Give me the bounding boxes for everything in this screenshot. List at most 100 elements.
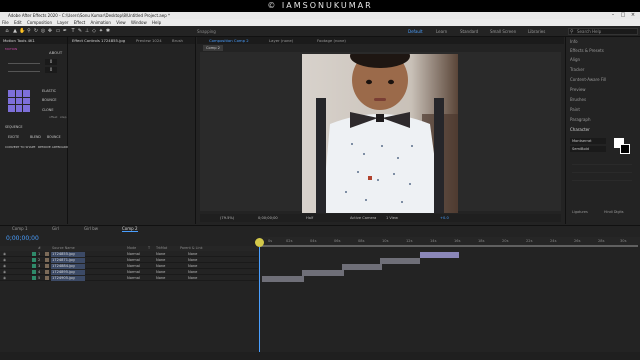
panel-info[interactable]: Info [570,39,578,45]
minimize-icon[interactable]: – [608,12,618,19]
pen-tool-icon[interactable]: ✒ [62,28,68,34]
menu-layer[interactable]: Layer [57,20,68,25]
work-area-bar[interactable] [260,245,638,247]
type-tool-icon[interactable]: T [70,28,76,34]
camera-tool-icon[interactable]: ◎ [40,28,46,34]
panel-paint[interactable]: Paint [570,107,580,113]
layer-mode[interactable]: Normal [127,275,140,281]
timeline-tab-girl-bw[interactable]: Girl bw [84,225,98,232]
layer-name[interactable]: 1724855.jpg [51,251,85,257]
hindi-digits-checkbox[interactable]: Hindi Digits [604,210,624,214]
menu-file[interactable]: File [2,20,9,25]
layer-name[interactable]: 1724884.jpg [51,263,85,269]
panel-tracker[interactable]: Tracker [570,67,584,73]
timeline-timecode[interactable]: 0;00;00;00 [6,235,39,242]
tab-footage[interactable]: Footage (none) [317,37,346,44]
tab-composition[interactable]: Composition Comp 2 [209,37,249,44]
sequence-button[interactable]: SEQUENCE [5,125,23,129]
panel-paragraph[interactable]: Paragraph [570,117,591,123]
layer-bar[interactable] [420,252,459,258]
brush-tool-icon[interactable]: ✎ [77,28,83,34]
stepper-value-2[interactable]: 0 [45,67,57,73]
playhead-handle[interactable] [255,238,264,247]
ligatures-checkbox[interactable]: Ligatures [572,210,588,214]
anchor-grid-buttons[interactable] [8,90,30,112]
menu-animation[interactable]: Animation [91,20,111,25]
about-button[interactable]: ABOUT [49,50,62,55]
layer-trkmat[interactable]: None [156,275,165,281]
home-icon[interactable]: ⌂ [4,28,10,34]
panel-content-aware-fill[interactable]: Content-Aware Fill [570,77,606,83]
puppet-tool-icon[interactable]: ✱ [105,28,111,34]
workspace-standard[interactable]: Standard [460,28,478,35]
workspace-libraries[interactable]: Libraries [528,28,545,35]
menu-window[interactable]: Window [131,20,147,25]
label-color[interactable] [32,258,36,262]
zoom-tool-icon[interactable]: ⚲ [26,28,32,34]
menu-help[interactable]: Help [152,20,161,25]
font-family-dropdown[interactable]: Montserrat [570,138,606,144]
layer-name[interactable]: 1724905.jpg [51,275,85,281]
workspace-small-screen[interactable]: Small Screen [490,28,516,35]
bounce-null-button[interactable]: BOUNCE [47,135,61,139]
panel-brushes[interactable]: Brushes [570,97,586,103]
slider-1[interactable] [8,60,40,64]
workspace-learn[interactable]: Learn [436,28,447,35]
elastic-button[interactable]: ELASTIC [42,89,56,93]
eye-icon[interactable]: ◉ [3,275,7,281]
exposure-value[interactable]: +0.0 [440,214,449,222]
remove-artboard-button[interactable]: REMOVE ARTBOARD [38,145,68,149]
stroke-color-swatch[interactable] [620,144,630,154]
search-help-input[interactable]: Search Help [568,28,638,35]
pan-behind-tool-icon[interactable]: ✥ [47,28,53,34]
views-dropdown[interactable]: 1 View [386,214,398,222]
layer-name[interactable]: 1724871.jpg [51,257,85,263]
slider-2[interactable] [8,68,40,72]
roto-brush-tool-icon[interactable]: ✦ [98,28,104,34]
rectangle-tool-icon[interactable]: ▭ [55,28,61,34]
layer-bar[interactable] [302,270,344,276]
panel-character[interactable]: Character [570,127,590,133]
label-color[interactable] [32,276,36,280]
panel-preview[interactable]: Preview [570,87,586,93]
zoom-dropdown[interactable]: (79.5%) [220,214,234,222]
timeline-tab-comp1[interactable]: Comp 1 [12,225,28,232]
clone-stamp-tool-icon[interactable]: ⊥ [84,28,90,34]
timeline-tab-girl[interactable]: Girl [52,225,59,232]
label-color[interactable] [32,252,36,256]
bounce-button[interactable]: BOUNCE [42,98,56,102]
character-settings[interactable] [572,157,632,197]
layer-parent[interactable]: None [188,275,197,281]
viewer-timecode[interactable]: 0;00;00;00 [258,214,278,222]
snapping-toggle[interactable]: Snapping [197,28,216,35]
tab-preview[interactable]: Preview 1024 [136,37,162,44]
camera-dropdown[interactable]: Active Camera [350,214,376,222]
layer-name[interactable]: 1724895.jpg [51,269,85,275]
close-icon[interactable]: × [628,12,638,19]
maximize-icon[interactable]: □ [618,12,628,19]
layer-bar[interactable] [342,264,382,270]
stepper-value-1[interactable]: 0 [45,59,57,65]
timeline-tab-comp2[interactable]: Comp 2 [122,225,138,232]
menu-effect[interactable]: Effect [74,20,86,25]
label-color[interactable] [32,264,36,268]
eraser-tool-icon[interactable]: ◇ [91,28,97,34]
menu-view[interactable]: View [116,20,126,25]
excite-button[interactable]: EXCITE [8,135,19,139]
tab-motion-tools[interactable]: Motion Tools 4K1 [3,37,35,44]
tab-brush[interactable]: Brush [172,37,183,44]
selection-tool-icon[interactable]: ▲ [12,28,18,34]
convert-to-shape-button[interactable]: CONVERT TO SHAPE [5,145,35,149]
resolution-dropdown[interactable]: Half [306,214,313,222]
clone-button[interactable]: CLONE [42,108,53,112]
panel-effects-presets[interactable]: Effects & Presets [570,48,604,54]
blend-button[interactable]: BLEND [30,135,41,139]
label-color[interactable] [32,270,36,274]
tab-layer[interactable]: Layer (none) [269,37,293,44]
hand-tool-icon[interactable]: ✋ [19,28,25,34]
menu-edit[interactable]: Edit [14,20,22,25]
layer-bar[interactable] [262,276,304,282]
panel-align[interactable]: Align [570,57,580,63]
comp-subtab[interactable]: Comp 2 [203,45,223,51]
menu-composition[interactable]: Composition [27,20,52,25]
